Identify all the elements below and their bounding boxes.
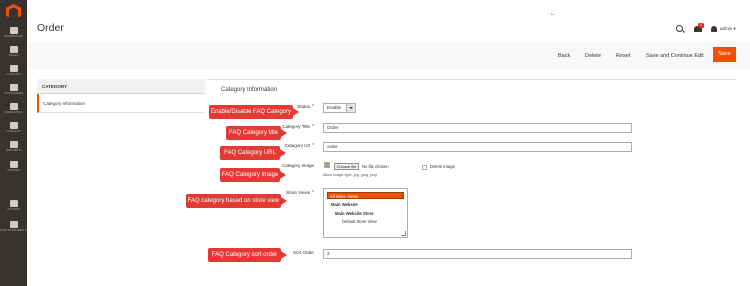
- search-icon[interactable]: [676, 25, 683, 32]
- user-icon[interactable]: [711, 26, 717, 32]
- callout-sort-order: FAQ Category sort order: [208, 248, 287, 262]
- save-button[interactable]: Save: [713, 47, 736, 62]
- choose-file-button[interactable]: Choose file: [334, 163, 359, 170]
- section-divider: [206, 79, 736, 80]
- nav-item-sales[interactable]: Sales: [0, 46, 27, 57]
- page-title: Order: [37, 22, 64, 34]
- image-type-note: Allow image type: jpg, jpeg, png: [323, 173, 377, 177]
- callout-category-image: FAQ Category Image: [220, 168, 286, 182]
- store-option-all[interactable]: All Store Views: [327, 192, 404, 199]
- admin-sidebar: Dashboard Sales Catalog Customers Market…: [0, 0, 27, 286]
- save-and-continue-button[interactable]: Save and Continue Edit: [646, 53, 704, 59]
- chevron-down-icon: [346, 104, 355, 112]
- delete-button[interactable]: Delete: [585, 53, 601, 59]
- sort-order-input[interactable]: 2: [323, 249, 632, 259]
- reset-button[interactable]: Reset: [616, 53, 630, 59]
- nav-item-dashboard[interactable]: Dashboard: [0, 27, 27, 38]
- megaphone-icon: [9, 103, 18, 110]
- cube-icon: [9, 65, 18, 72]
- section-title: Category Information: [221, 87, 278, 93]
- category-title-input[interactable]: Order: [323, 123, 632, 133]
- image-thumbnail-icon: [324, 162, 330, 168]
- bar-chart-icon: [9, 141, 18, 148]
- dollar-icon: [9, 46, 18, 53]
- callout-store-view: FAQ category based on store view: [186, 194, 287, 208]
- nav-item-stores[interactable]: Stores: [0, 161, 27, 172]
- nav-item-system[interactable]: System: [0, 200, 27, 211]
- nav-item-catalog[interactable]: Catalog: [0, 65, 27, 76]
- nav-item-reports[interactable]: Reports: [0, 141, 27, 152]
- nav-item-marketing[interactable]: Marketing: [0, 103, 27, 114]
- callout-enable-disable: Enable/Disable FAQ Category: [209, 105, 299, 119]
- back-button[interactable]: Back: [558, 53, 570, 59]
- user-menu[interactable]: admin ▾: [720, 26, 736, 32]
- dashboard-icon: [9, 27, 18, 34]
- store-option-main-website-store: Main Website Store: [335, 211, 374, 216]
- page-actions-bar: [27, 42, 750, 69]
- gear-icon: [9, 200, 18, 207]
- callout-category-title: FAQ Category title: [226, 126, 287, 140]
- status-select[interactable]: Enable: [323, 103, 356, 113]
- partners-icon: [9, 221, 18, 228]
- callout-category-url: FAQ Category URL: [220, 146, 286, 160]
- content-icon: [9, 122, 18, 129]
- tabs-heading: CATEGORY: [37, 79, 205, 94]
- store-views-multiselect[interactable]: All Store Views Main Website Main Websit…: [323, 188, 408, 238]
- nav-item-content[interactable]: Content: [0, 122, 27, 133]
- no-file-text: No file chosen: [362, 164, 389, 169]
- delete-image-label: Delete Image: [430, 164, 455, 169]
- store-option-main-website: Main Website: [331, 202, 358, 207]
- store-icon: [9, 161, 18, 168]
- notification-count-badge: 4: [698, 23, 704, 28]
- magento-logo-icon[interactable]: [6, 4, 21, 18]
- store-option-default-store-view[interactable]: Default Store View: [342, 219, 377, 224]
- delete-image-checkbox[interactable]: [422, 165, 427, 170]
- tab-category-information[interactable]: Category Information: [37, 94, 205, 113]
- nav-item-partners[interactable]: Find Partners & Extensions: [0, 221, 27, 232]
- category-url-input[interactable]: order: [323, 142, 632, 152]
- resize-grip-icon[interactable]: [401, 231, 406, 236]
- nav-item-customers[interactable]: Customers: [0, 84, 27, 95]
- category-tabs: CATEGORY Category Information: [37, 79, 205, 113]
- back-arrow-icon: ←: [550, 11, 556, 17]
- customers-icon: [9, 84, 18, 91]
